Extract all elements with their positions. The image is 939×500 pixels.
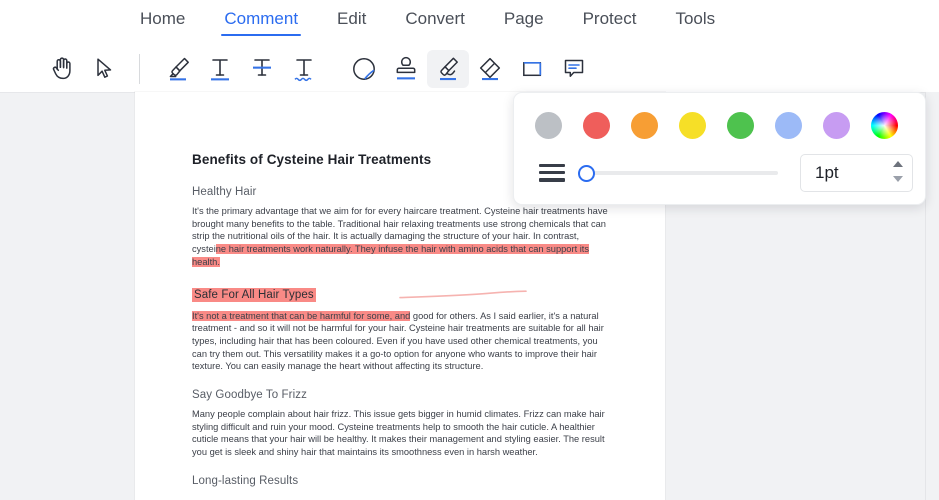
tab-protect-label: Protect (582, 9, 637, 28)
tab-comment-label: Comment (224, 9, 299, 28)
swatch-orange[interactable] (631, 112, 658, 139)
rectangle-icon (518, 57, 546, 81)
tab-tools-label: Tools (675, 9, 716, 28)
toolbar-divider (139, 53, 140, 84)
tab-protect[interactable]: Protect (583, 9, 637, 36)
swatch-red[interactable] (583, 112, 610, 139)
section-heading-safe-for-all-hair-types[interactable]: Safe For All Hair Types (192, 287, 316, 302)
swatch-color-wheel[interactable] (871, 112, 898, 139)
thickness-row: 1pt (514, 139, 925, 192)
eraser-icon (476, 54, 504, 84)
strikethrough-icon (249, 54, 275, 84)
pencil-properties-popup: 1pt (513, 92, 926, 205)
thickness-slider-thumb[interactable] (578, 165, 595, 182)
thickness-slider-track (588, 171, 778, 175)
squiggly-underline-icon (291, 54, 317, 84)
annotation-toolbar (0, 45, 939, 92)
stepper-increase-icon[interactable] (893, 161, 903, 167)
highlight-icon (164, 54, 192, 84)
stepper-arrows (893, 161, 903, 182)
tab-page[interactable]: Page (504, 9, 544, 36)
stamp-icon (392, 54, 420, 84)
comment-box-icon (560, 56, 588, 82)
swatch-gray[interactable] (535, 112, 562, 139)
tab-home[interactable]: Home (140, 9, 185, 36)
sticky-note-icon (350, 55, 378, 83)
tool-strikethrough[interactable] (241, 50, 283, 88)
tool-stamp[interactable] (385, 50, 427, 88)
section-body-safe-for-all-hair-types: It's not a treatment that can be harmful… (192, 310, 608, 374)
tool-eraser[interactable] (469, 50, 511, 88)
tool-rectangle[interactable] (511, 50, 553, 88)
tab-convert[interactable]: Convert (405, 9, 465, 36)
ribbon-tabs: Home Comment Edit Convert Page Protect T… (140, 9, 754, 36)
ribbon-tab-bar: Home Comment Edit Convert Page Protect T… (0, 0, 939, 45)
color-swatch-row (514, 93, 925, 139)
freehand-ink-stroke[interactable] (398, 287, 530, 301)
tool-comment-box[interactable] (553, 50, 595, 88)
stepper-decrease-icon[interactable] (893, 176, 903, 182)
tab-home-label: Home (140, 9, 186, 28)
tab-edit[interactable]: Edit (337, 9, 366, 36)
section-body-say-goodbye-to-frizz: Many people complain about hair frizz. T… (192, 409, 605, 458)
text-underline-icon (207, 54, 233, 84)
tool-underline[interactable] (199, 50, 241, 88)
swatch-yellow[interactable] (679, 112, 706, 139)
tool-highlight[interactable] (157, 50, 199, 88)
tab-tools[interactable]: Tools (675, 9, 715, 36)
thickness-stepper[interactable]: 1pt (800, 154, 913, 192)
line-thickness-icon (539, 163, 565, 183)
tab-convert-label: Convert (405, 9, 465, 28)
thickness-value: 1pt (815, 163, 839, 182)
tool-sticky-note[interactable] (343, 50, 385, 88)
swatch-green[interactable] (727, 112, 754, 139)
tool-select[interactable] (83, 50, 125, 88)
pdf-editor-window: Home Comment Edit Convert Page Protect T… (0, 0, 939, 500)
highlight-annotation-2[interactable]: It's not a treatment that can be harmful… (192, 310, 411, 321)
tool-squiggly-underline[interactable] (283, 50, 325, 88)
tab-page-label: Page (503, 9, 544, 28)
tool-pen-ink[interactable] (427, 49, 469, 88)
right-rail[interactable] (925, 92, 939, 500)
swatch-purple[interactable] (823, 112, 850, 139)
cursor-select-icon (94, 57, 114, 81)
tab-comment[interactable]: Comment (221, 9, 301, 36)
hand-icon (51, 56, 74, 81)
section-heading-say-goodbye-to-frizz: Say Goodbye To Frizz (192, 389, 307, 402)
pen-ink-icon (434, 54, 462, 84)
section-body-healthy-hair: It's the primary advantage that we aim f… (192, 205, 608, 269)
tab-edit-label: Edit (337, 9, 367, 28)
tool-hand[interactable] (41, 50, 83, 88)
section-heading-long-lasting-results: Long-lasting Results (192, 474, 299, 487)
highlight-annotation-1[interactable]: ne hair treatments work naturally. They … (192, 244, 590, 267)
swatch-blue[interactable] (775, 112, 802, 139)
thickness-slider[interactable] (578, 163, 778, 183)
